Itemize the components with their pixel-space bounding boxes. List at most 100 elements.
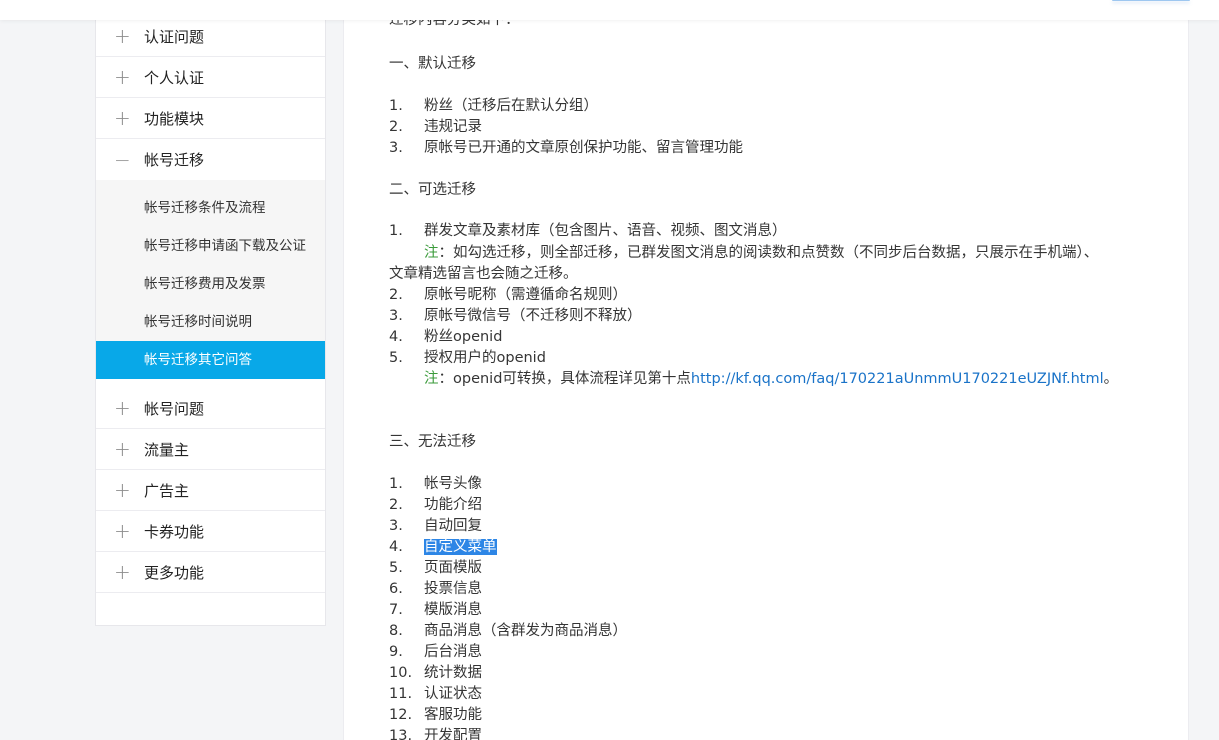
list-item: 4. 粉丝openid — [389, 327, 502, 348]
sidebar-group-account-issues[interactable]: + 帐号问题 — [96, 388, 325, 429]
expand-plus-icon: + — [114, 437, 131, 461]
list-number: 5. — [389, 560, 403, 576]
article-content: 迁移内容分类如下： 一、默认迁移 1. 粉丝（迁移后在默认分组） 2. 违规记录 3… — [343, 0, 1189, 740]
sidebar-subitem-other-qa[interactable]: 帐号迁移其它问答 — [96, 341, 325, 379]
list-text: 开发配置 — [424, 728, 482, 740]
expand-plus-icon: + — [114, 396, 131, 420]
list-text: 商品消息（含群发为商品消息） — [424, 623, 627, 639]
note-line: 注：openid可转换，具体流程详见第十点http://kf.qq.com/fa… — [389, 369, 1118, 390]
list-item: 13. 开发配置 — [389, 726, 482, 740]
list-text: 授权用户的openid — [424, 350, 546, 366]
list-item: 9. 后台消息 — [389, 642, 482, 663]
list-number: 9. — [389, 644, 403, 660]
list-text: 原帐号已开通的文章原创保护功能、留言管理功能 — [424, 140, 743, 156]
faq-sidebar: + 认证问题 + 个人认证 + 功能模块 − 帐号迁移 帐号迁移条件及流程 帐号… — [95, 0, 326, 626]
list-item: 11. 认证状态 — [389, 684, 482, 705]
list-item: 12. 客服功能 — [389, 705, 482, 726]
note-line: 注：如勾选迁移，则全部迁移，已群发图文消息的阅读数和点赞数（不同步后台数据，只展… — [389, 243, 1098, 264]
list-number: 3. — [389, 518, 403, 534]
list-number: 2. — [389, 287, 403, 303]
note-text: ：openid可转换，具体流程详见第十点 — [438, 371, 691, 387]
list-item: 6. 投票信息 — [389, 579, 482, 600]
note-line-continued: 文章精选留言也会随之迁移。 — [389, 266, 578, 282]
list-item: 1. 群发文章及素材库（包含图片、语音、视频、图文消息） — [389, 221, 787, 242]
sidebar-group-account-migration[interactable]: − 帐号迁移 — [96, 139, 325, 180]
list-number: 13. — [389, 728, 413, 740]
list-number: 1. — [389, 98, 403, 114]
list-number: 2. — [389, 119, 403, 135]
list-number: 2. — [389, 497, 403, 513]
sidebar-subitem-application-letter[interactable]: 帐号迁移申请函下载及公证 — [96, 227, 325, 265]
list-text: 原帐号昵称（需遵循命名规则） — [424, 287, 627, 303]
collapse-minus-icon: − — [114, 147, 131, 172]
list-item: 4. 自定义菜单 — [389, 537, 497, 558]
expand-plus-icon: + — [114, 24, 131, 48]
header-accent-indicator — [1112, 0, 1190, 1]
list-number: 7. — [389, 602, 403, 618]
list-number: 4. — [389, 329, 403, 345]
list-text: 认证状态 — [424, 686, 482, 702]
sidebar-group-more-features[interactable]: + 更多功能 — [96, 552, 325, 593]
sidebar-group-label: 广告主 — [144, 481, 190, 500]
section-heading-optional: 二、可选迁移 — [389, 182, 476, 198]
sidebar-group-feature-modules[interactable]: + 功能模块 — [96, 98, 325, 139]
selected-list-text: 自定义菜单 — [424, 539, 497, 555]
list-item: 3. 自动回复 — [389, 516, 482, 537]
sidebar-group-label: 流量主 — [144, 440, 190, 459]
sidebar-group-label: 帐号问题 — [144, 399, 205, 418]
list-item: 2. 功能介绍 — [389, 495, 482, 516]
sidebar-group-cert-issues[interactable]: + 认证问题 — [96, 16, 325, 57]
note-end: 。 — [1103, 371, 1119, 387]
sidebar-group-coupons[interactable]: + 卡券功能 — [96, 511, 325, 552]
sidebar-subitem-conditions[interactable]: 帐号迁移条件及流程 — [96, 189, 325, 227]
list-text: 粉丝（迁移后在默认分组） — [424, 98, 598, 114]
sidebar-group-label: 帐号迁移 — [144, 151, 205, 169]
sidebar-sub-list: 帐号迁移条件及流程 帐号迁移申请函下载及公证 帐号迁移费用及发票 帐号迁移时间说… — [96, 180, 325, 379]
list-item: 2. 违规记录 — [389, 117, 482, 138]
list-text: 违规记录 — [424, 119, 482, 135]
list-text: 功能介绍 — [424, 497, 482, 513]
note-text: ：如勾选迁移，则全部迁移，已群发图文消息的阅读数和点赞数（不同步后台数据，只展示… — [438, 245, 1099, 261]
list-item: 3. 原帐号已开通的文章原创保护功能、留言管理功能 — [389, 138, 743, 159]
list-number: 11. — [389, 686, 413, 702]
list-text: 模版消息 — [424, 602, 482, 618]
list-item: 1. 帐号头像 — [389, 474, 482, 495]
list-number: 8. — [389, 623, 403, 639]
list-text: 后台消息 — [424, 644, 482, 660]
list-item: 8. 商品消息（含群发为商品消息） — [389, 621, 627, 642]
list-number: 6. — [389, 581, 403, 597]
list-item: 3. 原帐号微信号（不迁移则不释放） — [389, 306, 642, 327]
list-text: 统计数据 — [424, 665, 482, 681]
list-item: 5. 页面模版 — [389, 558, 482, 579]
sidebar-subitem-fees[interactable]: 帐号迁移费用及发票 — [96, 265, 325, 303]
sidebar-subitem-time[interactable]: 帐号迁移时间说明 — [96, 303, 325, 341]
sub-list-spacer — [96, 180, 325, 189]
sidebar-group-personal-cert[interactable]: + 个人认证 — [96, 57, 325, 98]
expand-plus-icon: + — [114, 519, 131, 543]
list-number: 3. — [389, 140, 403, 156]
list-number: 10. — [389, 665, 413, 681]
list-item: 5. 授权用户的openid — [389, 348, 546, 369]
note-label: 注 — [424, 245, 439, 261]
section-heading-default: 一、默认迁移 — [389, 56, 476, 72]
sidebar-group-label: 更多功能 — [144, 563, 205, 582]
list-item: 2. 原帐号昵称（需遵循命名规则） — [389, 285, 627, 306]
list-text: 自动回复 — [424, 518, 482, 534]
sidebar-group-traffic-master[interactable]: + 流量主 — [96, 429, 325, 470]
sidebar-group-advertiser[interactable]: + 广告主 — [96, 470, 325, 511]
list-text: 投票信息 — [424, 581, 482, 597]
section-heading-not-migratable: 三、无法迁移 — [389, 434, 476, 450]
list-number: 12. — [389, 707, 413, 723]
list-number: 4. — [389, 539, 403, 555]
expand-plus-icon: + — [114, 65, 131, 89]
faq-link[interactable]: http://kf.qq.com/faq/170221aUnmmU170221e… — [691, 371, 1104, 387]
sidebar-group-label: 功能模块 — [144, 109, 205, 128]
expand-plus-icon: + — [114, 106, 131, 130]
list-number: 5. — [389, 350, 403, 366]
top-header-bar — [0, 0, 1219, 20]
list-number: 1. — [389, 223, 403, 239]
list-number: 1. — [389, 476, 403, 492]
list-item: 7. 模版消息 — [389, 600, 482, 621]
list-text: 页面模版 — [424, 560, 482, 576]
